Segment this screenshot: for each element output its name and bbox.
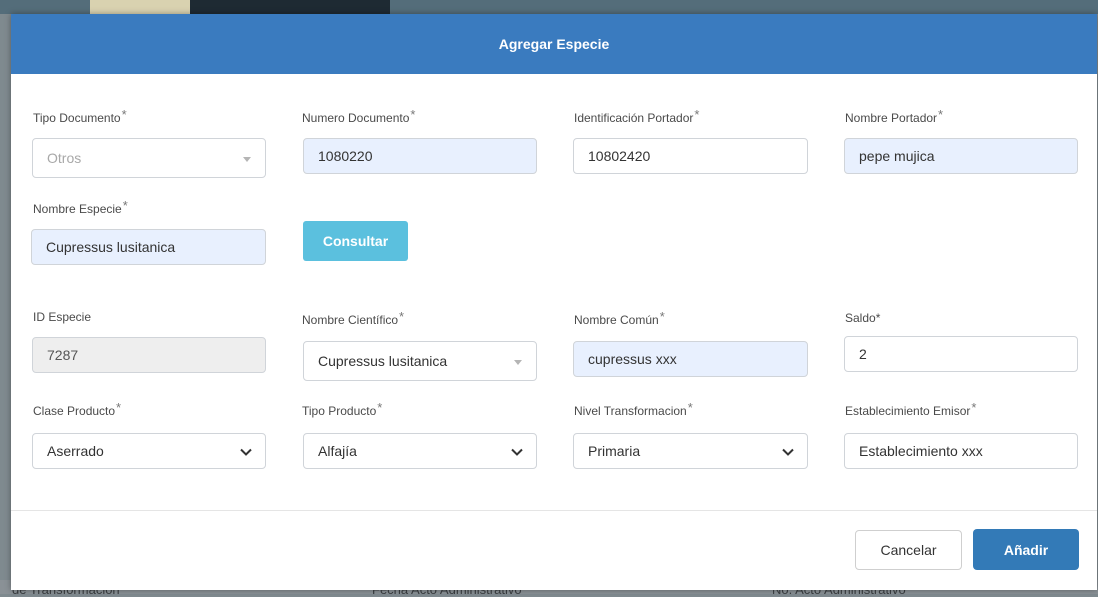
numero-documento-input[interactable]: 1080220 (303, 138, 537, 174)
caret-down-icon (514, 360, 522, 365)
consultar-button[interactable]: Consultar (303, 221, 408, 261)
tipo-producto-label: Tipo Producto* (302, 400, 383, 418)
add-button[interactable]: Añadir (973, 529, 1079, 570)
saldo-label: Saldo* (845, 311, 881, 325)
chevron-down-icon (782, 448, 794, 456)
id-especie-label: ID Especie (33, 310, 92, 324)
add-species-modal: Agregar Especie Tipo Documento* Otros Nu… (11, 14, 1097, 590)
clase-producto-select[interactable]: Aserrado (32, 433, 266, 469)
chevron-down-icon (240, 448, 252, 456)
modal-footer-divider (11, 510, 1097, 511)
nombre-portador-input[interactable]: pepe mujica (844, 138, 1078, 174)
nombre-comun-label: Nombre Común* (574, 309, 665, 327)
nivel-transformacion-select[interactable]: Primaria (573, 433, 808, 469)
establecimiento-emisor-label: Establecimiento Emisor* (845, 400, 977, 418)
identificacion-portador-label: Identificación Portador* (574, 107, 700, 125)
establecimiento-emisor-input[interactable]: Establecimiento xxx (844, 433, 1078, 469)
caret-down-icon (243, 157, 251, 162)
numero-documento-label: Numero Documento* (302, 107, 416, 125)
saldo-input[interactable]: 2 (844, 336, 1078, 372)
nombre-comun-input[interactable]: cupressus xxx (573, 341, 808, 377)
nombre-portador-label: Nombre Portador* (845, 107, 944, 125)
tipo-documento-select[interactable]: Otros (32, 138, 266, 178)
chevron-down-icon (511, 448, 523, 456)
modal-header: Agregar Especie (11, 14, 1097, 74)
tipo-documento-label: Tipo Documento* (33, 107, 127, 125)
nombre-especie-label: Nombre Especie* (33, 198, 128, 216)
tipo-documento-value: Otros (47, 150, 82, 166)
nivel-transformacion-label: Nivel Transformacion* (574, 400, 693, 418)
nombre-cientifico-label: Nombre Científico* (302, 309, 405, 327)
background-thumbnail (90, 0, 190, 14)
background-banner (190, 0, 390, 14)
nombre-cientifico-select[interactable]: Cupressus lusitanica (303, 341, 537, 381)
tipo-producto-select[interactable]: Alfajía (303, 433, 537, 469)
clase-producto-label: Clase Producto* (33, 400, 122, 418)
identificacion-portador-input[interactable]: 10802420 (573, 138, 808, 174)
id-especie-input: 7287 (32, 337, 266, 373)
nombre-especie-input[interactable]: Cupressus lusitanica (31, 229, 266, 265)
modal-title: Agregar Especie (498, 36, 610, 52)
cancel-button[interactable]: Cancelar (855, 530, 962, 570)
